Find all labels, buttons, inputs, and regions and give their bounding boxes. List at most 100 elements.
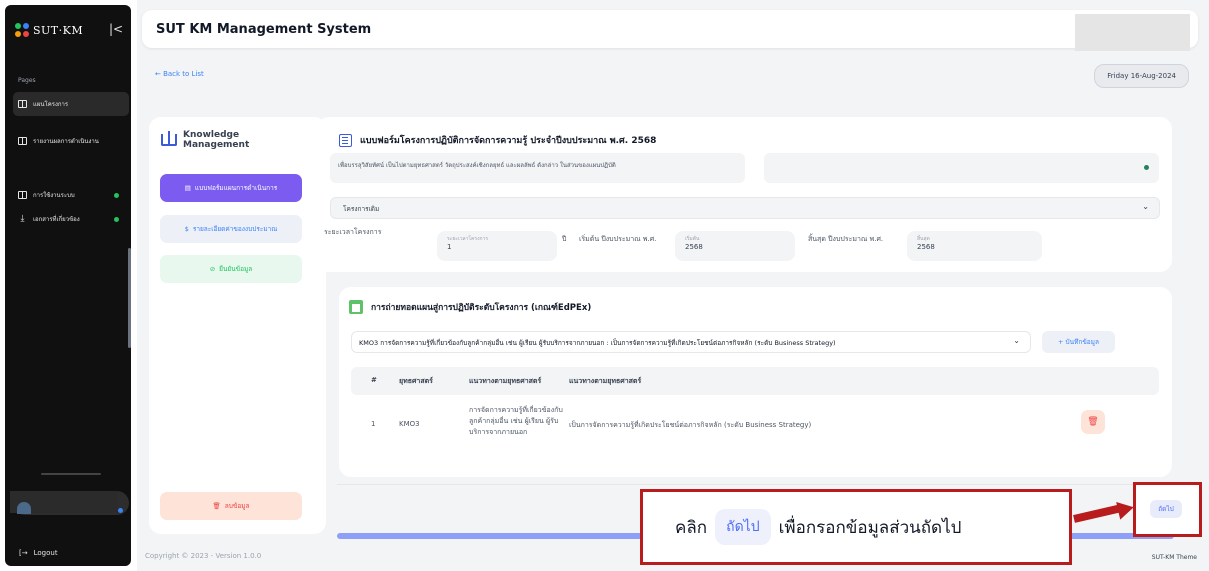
online-dot <box>118 508 123 513</box>
plan-title: การถ่ายทอดแผนสู่การปฏิบัติระดับโครงการ (… <box>371 303 592 313</box>
avatar <box>17 502 31 514</box>
check-circle-icon: ⊘ <box>209 265 216 273</box>
column-header: # <box>371 376 377 384</box>
table-icon <box>18 100 27 108</box>
budget-tab-label: รายละเอียดค่าของงบประมาณ <box>192 225 278 233</box>
strategy-description: การจัดการความรู้ที่เกี่ยวข้องกับลูกค้ากล… <box>469 406 563 436</box>
next-button[interactable]: ถัดไป <box>1150 500 1182 518</box>
callout-suffix: เพื่อกรอกข้อมูลส่วนถัดไป <box>778 517 962 538</box>
collapse-sidebar-icon[interactable]: |< <box>109 22 123 36</box>
form-title: แบบฟอร์มโครงการปฏิบัติการจัดการความรู้ ป… <box>360 136 657 146</box>
period-value: 1 <box>447 243 452 251</box>
project-form-card: แบบฟอร์มโครงการปฏิบัติการจัดการความรู้ ป… <box>317 117 1172 272</box>
divider <box>41 473 101 475</box>
column-header: ยุทธศาสตร์ <box>399 377 433 385</box>
logo-text: SUT·KM <box>33 23 84 37</box>
table-header: # ยุทธศาสตร์ แนวทางตามยุทธศาสตร์ แนวทางต… <box>351 367 1159 395</box>
instruction-callout: คลิก ถัดไป เพื่อกรอกข้อมูลส่วนถัดไป <box>640 489 1072 565</box>
redacted-area <box>1075 14 1190 51</box>
chevron-down-icon: ⌄ <box>1142 202 1149 211</box>
status-dot <box>114 216 119 222</box>
sidebar-item-label: การใช้งานระบบ <box>33 192 75 199</box>
confirm-label: ยืนยันข้อมูล <box>219 265 253 273</box>
period-field[interactable]: ระยะเวลาโครงการ 1 <box>437 231 557 261</box>
callout-prefix: คลิก <box>675 517 708 538</box>
delete-data-label: ลบข้อมูล <box>224 502 250 510</box>
end-year-value: 2568 <box>917 243 935 251</box>
table-icon <box>18 137 27 145</box>
project-type-select[interactable]: โครงการเดิม ⌄ <box>330 197 1160 219</box>
year-unit-label: ปี <box>562 235 567 243</box>
sidebar-item-label: แผนโครงการ <box>33 101 69 108</box>
download-icon: ⤓ <box>20 213 25 224</box>
period-placeholder: ระยะเวลาโครงการ <box>447 236 489 242</box>
sidebar-item-documents[interactable]: ⤓ เอกสารที่เกี่ยวข้อง <box>13 207 129 231</box>
left-panel: Knowledge Management ▤ แบบฟอร์มแผนการดำเ… <box>149 117 326 534</box>
sidebar: SUT·KM |< Pages แผนโครงการ รายงานผลการดำ… <box>5 5 131 566</box>
strategy-select-value: KMO3 การจัดการความรู้ที่เกี่ยวข้องกับลูก… <box>359 339 836 347</box>
sidebar-item-label: เอกสารที่เกี่ยวข้อง <box>33 216 80 223</box>
sidebar-scrollbar[interactable] <box>128 248 131 348</box>
sidebar-item-reports[interactable]: รายงานผลการดำเนินงาน <box>13 129 129 153</box>
form-header: แบบฟอร์มโครงการปฏิบัติการจัดการความรู้ ป… <box>339 133 656 147</box>
dollar-icon: $ <box>184 225 189 233</box>
km-logo: Knowledge Management <box>161 130 249 150</box>
status-dot <box>1144 165 1149 170</box>
section-label: Pages <box>18 77 36 84</box>
save-record-button[interactable]: + บันทึกข้อมูล <box>1042 331 1115 353</box>
logout-button[interactable]: [→ Logout <box>19 549 58 557</box>
column-header: แนวทางตามยุทธศาสตร์ <box>569 377 642 385</box>
divider <box>337 484 1174 485</box>
next-button-highlight: ถัดไป <box>1133 482 1202 537</box>
start-year-value: 2568 <box>685 243 703 251</box>
sidebar-item-projects[interactable]: แผนโครงการ <box>13 92 129 116</box>
km-logo-line2: Management <box>183 140 250 150</box>
period-label: ระยะเวลาโครงการ <box>324 228 382 236</box>
strategy-approach: เป็นการจัดการความรู้ที่เกิดประโยชน์ต่อภา… <box>569 421 812 429</box>
logo-dots-icon <box>15 23 29 37</box>
strategy-code: KMO3 <box>399 420 420 428</box>
logout-label: Logout <box>33 549 58 557</box>
table-icon <box>18 191 27 199</box>
top-bar: SUT KM Management System <box>142 10 1198 51</box>
book-icon <box>161 131 177 146</box>
sidebar-item-label: รายงานผลการดำเนินงาน <box>33 138 99 145</box>
main-content: SUT KM Management System ← Back to List … <box>137 0 1209 571</box>
date-badge: Friday 16-Aug-2024 <box>1094 64 1189 88</box>
callout-next-chip: ถัดไป <box>715 509 771 545</box>
back-to-list-link[interactable]: ← Back to List <box>155 70 204 78</box>
end-year-field[interactable]: สิ้นสุด 2568 <box>907 231 1042 261</box>
plan-card: การถ่ายทอดแผนสู่การปฏิบัติระดับโครงการ (… <box>339 287 1172 477</box>
logout-icon: [→ <box>19 549 28 557</box>
chevron-down-icon: ⌄ <box>1013 336 1020 345</box>
document-icon <box>339 133 352 147</box>
sidebar-item-usage[interactable]: การใช้งานระบบ <box>13 183 129 207</box>
strategy-select[interactable]: KMO3 การจัดการความรู้ที่เกี่ยวข้องกับลูก… <box>351 331 1031 353</box>
start-year-field[interactable]: เริ่มต้น 2568 <box>675 231 795 261</box>
page-title: SUT KM Management System <box>156 22 372 37</box>
plan-header: การถ่ายทอดแผนสู่การปฏิบัติระดับโครงการ (… <box>349 300 591 314</box>
km-logo-line1: Knowledge <box>183 130 240 140</box>
end-year-label: สิ้นสุด ปีงบประมาณ พ.ศ. <box>808 235 884 243</box>
column-header: แนวทางตามยุทธศาสตร์ <box>469 377 542 385</box>
trash-icon: 🗑 <box>1087 417 1099 427</box>
delete-data-button[interactable]: 🗑 ลบข้อมูล <box>160 492 302 520</box>
form-tab-button[interactable]: ▤ แบบฟอร์มแผนการดำเนินการ <box>160 174 302 202</box>
objective-textarea[interactable]: เพื่อบรรลุวิสัยทัศน์ เป็นไปตามยุทธศาสตร์… <box>330 153 745 183</box>
start-field-label: เริ่มต้น <box>685 236 700 242</box>
project-type-value: โครงการเดิม <box>343 205 380 213</box>
form-tab-label: แบบฟอร์มแผนการดำเนินการ <box>194 184 278 192</box>
start-year-label: เริ่มต้น ปีงบประมาณ พ.ศ. <box>579 235 657 243</box>
outcome-textarea[interactable] <box>764 153 1159 183</box>
project-icon <box>349 300 363 314</box>
row-number: 1 <box>371 420 376 428</box>
theme-label: SUT-KM Theme <box>1151 554 1197 561</box>
trash-icon: 🗑 <box>212 502 221 510</box>
end-field-label: สิ้นสุด <box>917 236 930 242</box>
status-dot <box>114 192 119 198</box>
confirm-button[interactable]: ⊘ ยืนยันข้อมูล <box>160 255 302 283</box>
delete-row-button[interactable]: 🗑 <box>1081 410 1105 434</box>
copyright-text: Copyright © 2023 - Version 1.0.0 <box>145 552 262 560</box>
app-logo[interactable]: SUT·KM <box>15 23 83 37</box>
budget-tab-button[interactable]: $ รายละเอียดค่าของงบประมาณ <box>160 215 302 243</box>
